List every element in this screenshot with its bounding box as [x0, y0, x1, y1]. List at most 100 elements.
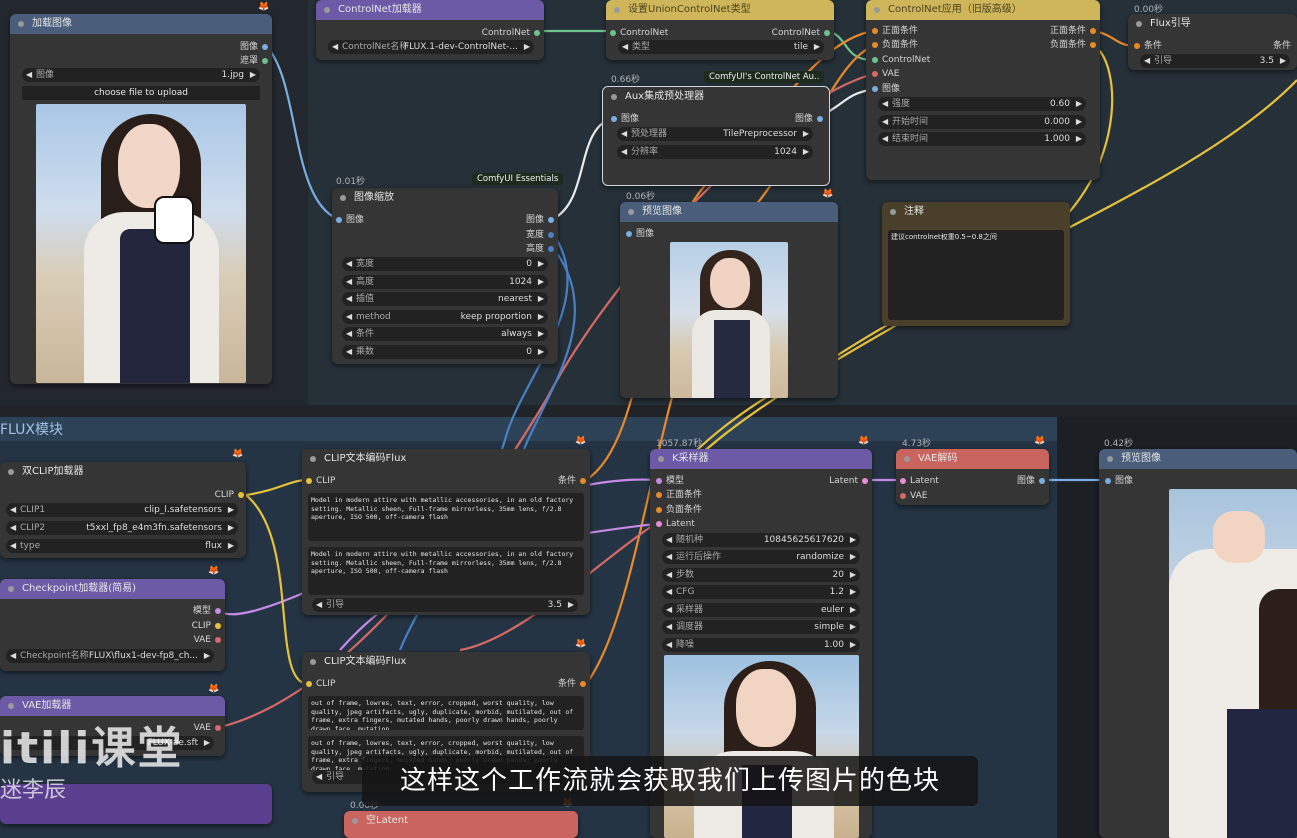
- arrow-right-icon[interactable]: ▶: [1280, 54, 1286, 68]
- arrow-left-icon[interactable]: ◀: [10, 649, 16, 663]
- arrow-left-icon[interactable]: ◀: [666, 568, 672, 582]
- arrow-left-icon[interactable]: ◀: [666, 620, 672, 634]
- output-width-port[interactable]: [548, 232, 554, 238]
- input-negative-port[interactable]: [872, 42, 878, 48]
- node-collapse-dot[interactable]: [8, 469, 14, 475]
- type-select[interactable]: ◀ type flux ▶: [6, 539, 238, 553]
- arrow-right-icon[interactable]: ▶: [538, 345, 544, 359]
- output-vae-port[interactable]: [215, 637, 221, 643]
- node-collapse-dot[interactable]: [8, 586, 14, 592]
- input-model-port[interactable]: [656, 478, 662, 484]
- node-canvas[interactable]: FLUX模块 加载图像 图像 遮罩 ◀ 图像 1.jpg ▶ choose fi…: [0, 0, 1297, 838]
- guidance-slider[interactable]: ◀ 引导 3.5 ▶: [1140, 54, 1290, 68]
- control-after-generate-select[interactable]: ◀ 运行后操作 randomize ▶: [662, 550, 860, 564]
- cfg-slider[interactable]: ◀ CFG 1.2 ▶: [662, 585, 860, 599]
- arrow-right-icon[interactable]: ▶: [803, 145, 809, 159]
- output-model-port[interactable]: [215, 608, 221, 614]
- resolution-slider[interactable]: ◀ 分辨率 1024 ▶: [617, 145, 813, 159]
- width-slider[interactable]: ◀ 宽度 0 ▶: [342, 257, 548, 271]
- arrow-right-icon[interactable]: ▶: [228, 539, 234, 553]
- output-image-port[interactable]: [262, 44, 268, 50]
- node-collapse-dot[interactable]: [18, 21, 24, 27]
- upload-button[interactable]: choose file to upload: [22, 86, 260, 100]
- clip-l-prompt[interactable]: out of frame, lowres, text, error, cropp…: [308, 696, 584, 730]
- output-port[interactable]: [580, 681, 586, 687]
- arrow-left-icon[interactable]: ◀: [621, 145, 627, 159]
- condition-select[interactable]: ◀ 条件 always ▶: [342, 327, 548, 341]
- arrow-left-icon[interactable]: ◀: [332, 40, 338, 54]
- union-type-node[interactable]: 设置UnionControlNet类型 ControlNet ControlNe…: [606, 0, 834, 60]
- preview-image-node-1[interactable]: 预览图像 图像: [620, 202, 838, 398]
- input-port[interactable]: [336, 217, 342, 223]
- input-latent-port[interactable]: [900, 478, 906, 484]
- preprocessor-select[interactable]: ◀ 预处理器 TilePreprocessor ▶: [617, 127, 813, 141]
- output-port[interactable]: [580, 478, 586, 484]
- node-collapse-dot[interactable]: [874, 7, 880, 13]
- arrow-right-icon[interactable]: ▶: [538, 257, 544, 271]
- arrow-right-icon[interactable]: ▶: [228, 521, 234, 535]
- arrow-left-icon[interactable]: ◀: [882, 115, 888, 129]
- apply-controlnet-node[interactable]: ControlNet应用（旧版高级） 正面条件 负面条件 ControlNet …: [866, 0, 1100, 180]
- node-collapse-dot[interactable]: [904, 456, 910, 462]
- input-port[interactable]: [306, 478, 312, 484]
- arrow-left-icon[interactable]: ◀: [666, 585, 672, 599]
- arrow-right-icon[interactable]: ▶: [1076, 97, 1082, 111]
- node-collapse-dot[interactable]: [614, 7, 620, 13]
- flux-guidance-node[interactable]: Flux引导 条件 条件 ◀ 引导 3.5 ▶: [1128, 14, 1297, 70]
- note-text[interactable]: 建议controlnet权重0.5~0.8之间: [888, 230, 1064, 320]
- interpolation-select[interactable]: ◀ 插值 nearest ▶: [342, 292, 548, 306]
- input-port[interactable]: [1105, 478, 1111, 484]
- input-latent-port[interactable]: [656, 521, 662, 527]
- node-collapse-dot[interactable]: [352, 818, 358, 824]
- empty-latent-node[interactable]: 空Latent: [344, 811, 578, 838]
- arrow-left-icon[interactable]: ◀: [346, 327, 352, 341]
- arrow-right-icon[interactable]: ▶: [850, 568, 856, 582]
- arrow-right-icon[interactable]: ▶: [850, 550, 856, 564]
- arrow-right-icon[interactable]: ▶: [538, 275, 544, 289]
- arrow-left-icon[interactable]: ◀: [882, 132, 888, 146]
- output-clip-port[interactable]: [215, 623, 221, 629]
- output-image-port[interactable]: [548, 217, 554, 223]
- arrow-right-icon[interactable]: ▶: [850, 533, 856, 547]
- start-percent-slider[interactable]: ◀ 开始时间 0.000 ▶: [878, 115, 1086, 129]
- height-slider[interactable]: ◀ 高度 1024 ▶: [342, 275, 548, 289]
- arrow-left-icon[interactable]: ◀: [622, 40, 628, 54]
- arrow-right-icon[interactable]: ▶: [850, 638, 856, 652]
- input-port[interactable]: [626, 231, 632, 237]
- arrow-left-icon[interactable]: ◀: [346, 310, 352, 324]
- node-collapse-dot[interactable]: [611, 94, 617, 100]
- node-collapse-dot[interactable]: [310, 456, 316, 462]
- arrow-left-icon[interactable]: ◀: [882, 97, 888, 111]
- checkpoint-name-select[interactable]: ◀ Checkpoint名称 FLUX\flux1-dev-fp8_ch... …: [6, 649, 214, 663]
- denoise-slider[interactable]: ◀ 降噪 1.00 ▶: [662, 638, 860, 652]
- arrow-left-icon[interactable]: ◀: [346, 275, 352, 289]
- arrow-left-icon[interactable]: ◀: [346, 345, 352, 359]
- node-collapse-dot[interactable]: [1107, 456, 1113, 462]
- input-negative-port[interactable]: [656, 507, 662, 513]
- arrow-left-icon[interactable]: ◀: [666, 638, 672, 652]
- input-positive-port[interactable]: [872, 28, 878, 34]
- input-port[interactable]: [306, 681, 312, 687]
- image-select[interactable]: ◀ 图像 1.jpg ▶: [22, 68, 260, 82]
- input-vae-port[interactable]: [872, 71, 878, 77]
- input-image-port[interactable]: [872, 86, 878, 92]
- arrow-right-icon[interactable]: ▶: [568, 598, 574, 612]
- multiple-slider[interactable]: ◀ 乘数 0 ▶: [342, 345, 548, 359]
- end-percent-slider[interactable]: ◀ 结束时间 1.000 ▶: [878, 132, 1086, 146]
- input-positive-port[interactable]: [656, 492, 662, 498]
- t5xxl-prompt[interactable]: Model in modern attire with metallic acc…: [308, 547, 584, 595]
- guidance-slider[interactable]: ◀ 引导 3.5 ▶: [312, 598, 578, 612]
- arrow-left-icon[interactable]: ◀: [26, 68, 32, 82]
- node-collapse-dot[interactable]: [1136, 21, 1142, 27]
- output-port[interactable]: [824, 30, 830, 36]
- input-port[interactable]: [610, 30, 616, 36]
- method-select[interactable]: ◀ method keep proportion ▶: [342, 310, 548, 324]
- type-select[interactable]: ◀ 类型 tile ▶: [618, 40, 824, 54]
- strength-slider[interactable]: ◀ 强度 0.60 ▶: [878, 97, 1086, 111]
- arrow-right-icon[interactable]: ▶: [250, 68, 256, 82]
- sampler-select[interactable]: ◀ 采样器 euler ▶: [662, 603, 860, 617]
- arrow-right-icon[interactable]: ▶: [1076, 115, 1082, 129]
- node-collapse-dot[interactable]: [8, 703, 14, 709]
- output-port[interactable]: [215, 725, 221, 731]
- arrow-left-icon[interactable]: ◀: [666, 533, 672, 547]
